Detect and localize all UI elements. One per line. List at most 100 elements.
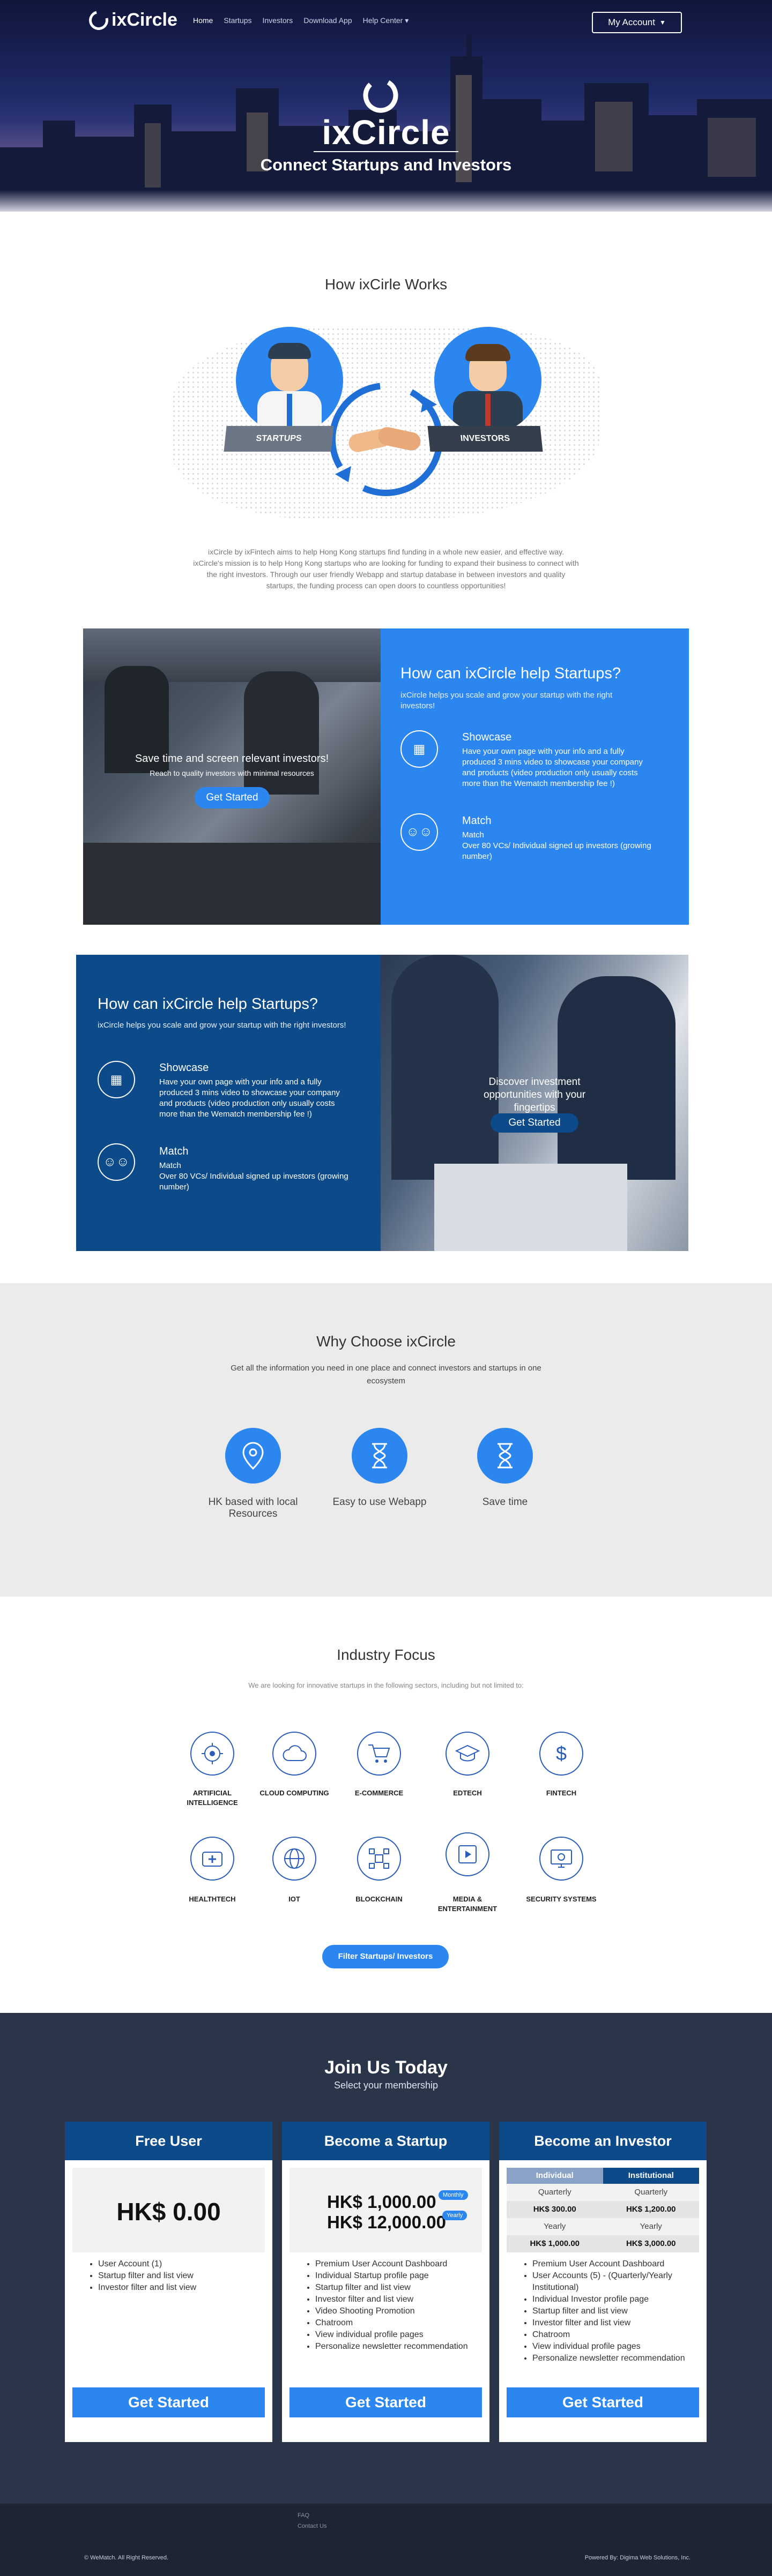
nav-home[interactable]: Home bbox=[193, 16, 213, 25]
globe-icon bbox=[272, 1837, 316, 1881]
nav-help-center-label: Help Center bbox=[362, 16, 403, 25]
plan-investor-title: Become an Investor bbox=[499, 2122, 707, 2160]
panel1-feature-match-text: Match Over 80 VCs/ Individual signed up … bbox=[462, 830, 651, 861]
filter-startups-investors-button[interactable]: Filter Startups/ Investors bbox=[322, 1945, 449, 1968]
why-title: Why Choose ixCircle bbox=[316, 1333, 456, 1350]
panel1-overlay-subtitle: Reach to quality investors with minimal … bbox=[150, 769, 314, 777]
plan-startup-title: Become a Startup bbox=[282, 2122, 489, 2160]
footer-powered-by: Powered By: Digima Web Solutions, Inc. bbox=[584, 2555, 691, 2561]
industry-title: Industry Focus bbox=[337, 1646, 435, 1663]
my-account-label: My Account bbox=[608, 17, 655, 27]
plan-feature: Personalize newsletter recommendation bbox=[532, 2353, 699, 2364]
nav-startups[interactable]: Startups bbox=[224, 16, 251, 25]
logo-ring-icon bbox=[85, 6, 112, 34]
plan-investor-get-started-button[interactable]: Get Started bbox=[507, 2387, 699, 2417]
hero-divider bbox=[314, 151, 458, 152]
individual-quarterly-price: HK$ 300.00 bbox=[533, 2205, 576, 2214]
hero-logo-icon bbox=[363, 78, 398, 113]
nav-help-center[interactable]: Help Center ▾ bbox=[363, 16, 409, 25]
plan-feature: View individual profile pages bbox=[532, 2341, 699, 2353]
plan-feature: Premium User Account Dashboard bbox=[532, 2258, 699, 2270]
investors-photo-panel: Discover investment opportunities with y… bbox=[381, 955, 688, 1251]
plan-feature: Investor filter and list view bbox=[98, 2282, 264, 2294]
plan-free-features: User Account (1) Startup filter and list… bbox=[87, 2258, 264, 2294]
plan-investor: Become an Investor Individual Institutio… bbox=[499, 2122, 707, 2442]
plan-feature: Startup filter and list view bbox=[315, 2282, 481, 2294]
footer-contact-link[interactable]: Contact Us bbox=[298, 2521, 326, 2532]
tab-individual[interactable]: Individual bbox=[507, 2168, 603, 2184]
plan-free-get-started-button[interactable]: Get Started bbox=[72, 2387, 265, 2417]
plan-feature: Premium User Account Dashboard bbox=[315, 2258, 481, 2270]
join-subtitle: Select your membership bbox=[333, 2080, 439, 2091]
why-item-webapp: Easy to use Webapp bbox=[332, 1496, 427, 1508]
blockchain-icon bbox=[357, 1837, 401, 1881]
ai-icon bbox=[190, 1732, 234, 1776]
handshake-icon bbox=[347, 423, 424, 455]
industry-healthtech: HEALTHTECH bbox=[189, 1895, 236, 1903]
startups-photo-panel: Save time and screen relevant investors!… bbox=[83, 628, 381, 925]
plan-feature: Startup filter and list view bbox=[98, 2270, 264, 2282]
individual-yearly-label: Yearly bbox=[544, 2222, 566, 2231]
why-item-hk-based: HK based with local Resources bbox=[208, 1496, 298, 1519]
why-item-save-time: Save time bbox=[482, 1496, 528, 1508]
plan-startup-features: Premium User Account Dashboard Individua… bbox=[305, 2258, 481, 2353]
institutional-yearly-label: Yearly bbox=[640, 2222, 662, 2231]
industry-ai: ARTIFICIAL INTELLIGENCE bbox=[187, 1789, 238, 1807]
match-icon: ☺☺ bbox=[400, 813, 438, 851]
plan-feature: Chatroom bbox=[532, 2329, 699, 2341]
investors-tag: INVESTORS bbox=[427, 426, 543, 452]
industry-blockchain: BLOCKCHAIN bbox=[355, 1895, 403, 1903]
logo-text: ixCircle bbox=[112, 10, 177, 30]
dollar-icon: $ bbox=[539, 1732, 583, 1776]
industry-iot: IOT bbox=[288, 1895, 300, 1903]
plan-free-title: Free User bbox=[65, 2122, 272, 2160]
individual-quarterly-label: Quarterly bbox=[538, 2188, 571, 2197]
tab-institutional[interactable]: Institutional bbox=[603, 2168, 699, 2184]
plan-startup-get-started-button[interactable]: Get Started bbox=[290, 2387, 482, 2417]
hero-title: ixCircle bbox=[322, 113, 450, 152]
plan-feature: Startup filter and list view bbox=[532, 2305, 699, 2317]
plan-feature: User Account (1) bbox=[98, 2258, 264, 2270]
how-section-title: How ixCirle Works bbox=[324, 276, 448, 293]
investors-tag-label: INVESTORS bbox=[459, 434, 510, 443]
plan-feature: View individual profile pages bbox=[315, 2329, 481, 2341]
footer-faq-link[interactable]: FAQ bbox=[298, 2510, 326, 2521]
industry-media: MEDIA & ENTERTAINMENT bbox=[437, 1895, 498, 1913]
panel1-intro: ixCircle helps you scale and grow your s… bbox=[400, 691, 613, 710]
panel2-get-started-button[interactable]: Get Started bbox=[491, 1113, 578, 1133]
chevron-down-icon: ▼ bbox=[659, 19, 666, 26]
my-account-button[interactable]: My Account ▼ bbox=[592, 12, 682, 33]
plan-feature: User Accounts (5) - (Quarterly/Yearly In… bbox=[532, 2270, 699, 2294]
hero-subtitle: Connect Startups and Investors bbox=[260, 155, 512, 174]
institutional-yearly-price: HK$ 3,000.00 bbox=[626, 2239, 676, 2248]
nav-download-app[interactable]: Download App bbox=[303, 16, 352, 25]
panel1-title: How can ixCircle help Startups? bbox=[400, 665, 621, 682]
main-nav: Home Startups Investors Download App Hel… bbox=[193, 16, 409, 25]
plan-feature: Individual Investor profile page bbox=[532, 2294, 699, 2305]
site-logo[interactable]: ixCircle bbox=[85, 6, 177, 34]
media-player-icon bbox=[446, 1832, 489, 1876]
nav-investors[interactable]: Investors bbox=[263, 16, 293, 25]
plan-feature: Personalize newsletter recommendation bbox=[315, 2341, 481, 2353]
panel1-get-started-button[interactable]: Get Started bbox=[195, 787, 270, 808]
plan-free-price: HK$ 0.00 bbox=[116, 2198, 221, 2226]
healthcare-icon bbox=[190, 1837, 234, 1881]
plan-feature: Chatroom bbox=[315, 2317, 481, 2329]
industry-fintech: FINTECH bbox=[546, 1789, 577, 1797]
showcase-icon: ▦ bbox=[98, 1061, 135, 1098]
plan-startup-price-monthly: HK$ 1,000.00 bbox=[327, 2192, 436, 2212]
showcase-icon: ▦ bbox=[400, 730, 438, 768]
site-footer: FAQ Contact Us © WeMatch. All Right Rese… bbox=[0, 2504, 772, 2576]
industry-edtech: EDTECH bbox=[453, 1789, 482, 1797]
hourglass-icon bbox=[477, 1428, 533, 1484]
location-pin-icon bbox=[225, 1428, 281, 1484]
investor-price-table: Individual Institutional Quarterly Quart… bbox=[507, 2168, 699, 2252]
industry-subtitle: We are looking for innovative startups i… bbox=[248, 1681, 524, 1689]
industry-ecommerce: E-COMMERCE bbox=[354, 1789, 404, 1797]
plan-free-user: Free User HK$ 0.00 User Account (1) Star… bbox=[65, 2122, 272, 2442]
panel1-feature-match-title: Match bbox=[462, 815, 492, 827]
plan-free-price-box: HK$ 0.00 bbox=[72, 2168, 265, 2252]
why-section: Why Choose ixCircle Get all the informat… bbox=[0, 1283, 772, 1597]
hero-section: ixCircle Home Startups Investors Downloa… bbox=[0, 0, 772, 212]
help-investors-panel: How can ixCircle help Startups? ixCircle… bbox=[76, 955, 381, 1251]
